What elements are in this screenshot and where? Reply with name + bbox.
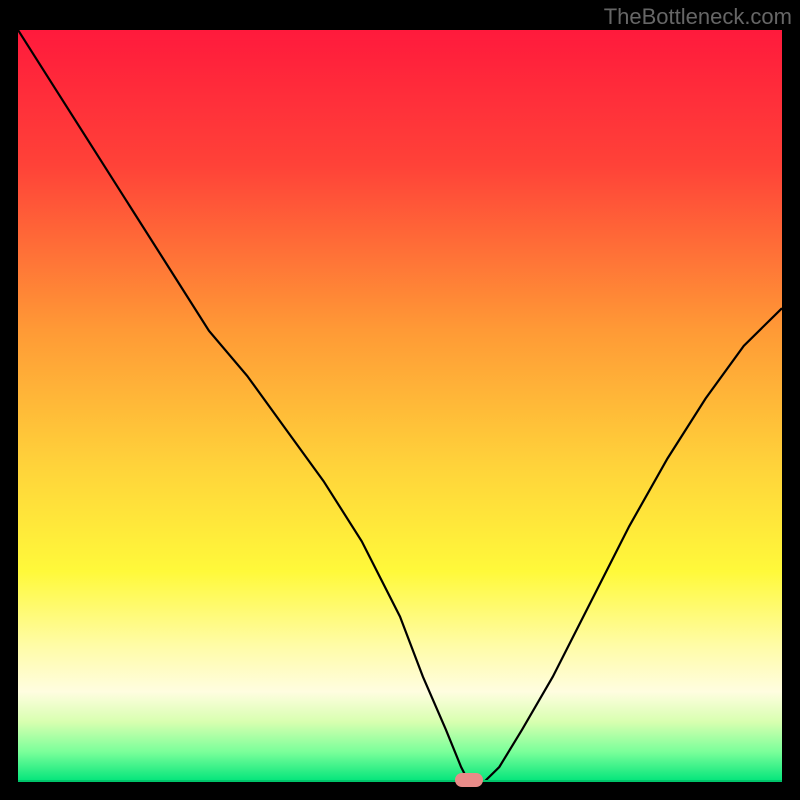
- plot-area: [18, 30, 782, 782]
- chart-container: TheBottleneck.com: [0, 0, 800, 800]
- watermark-label: TheBottleneck.com: [604, 4, 792, 30]
- plot-svg: [18, 30, 782, 782]
- optimal-point-marker: [455, 773, 483, 787]
- gradient-background: [18, 30, 782, 782]
